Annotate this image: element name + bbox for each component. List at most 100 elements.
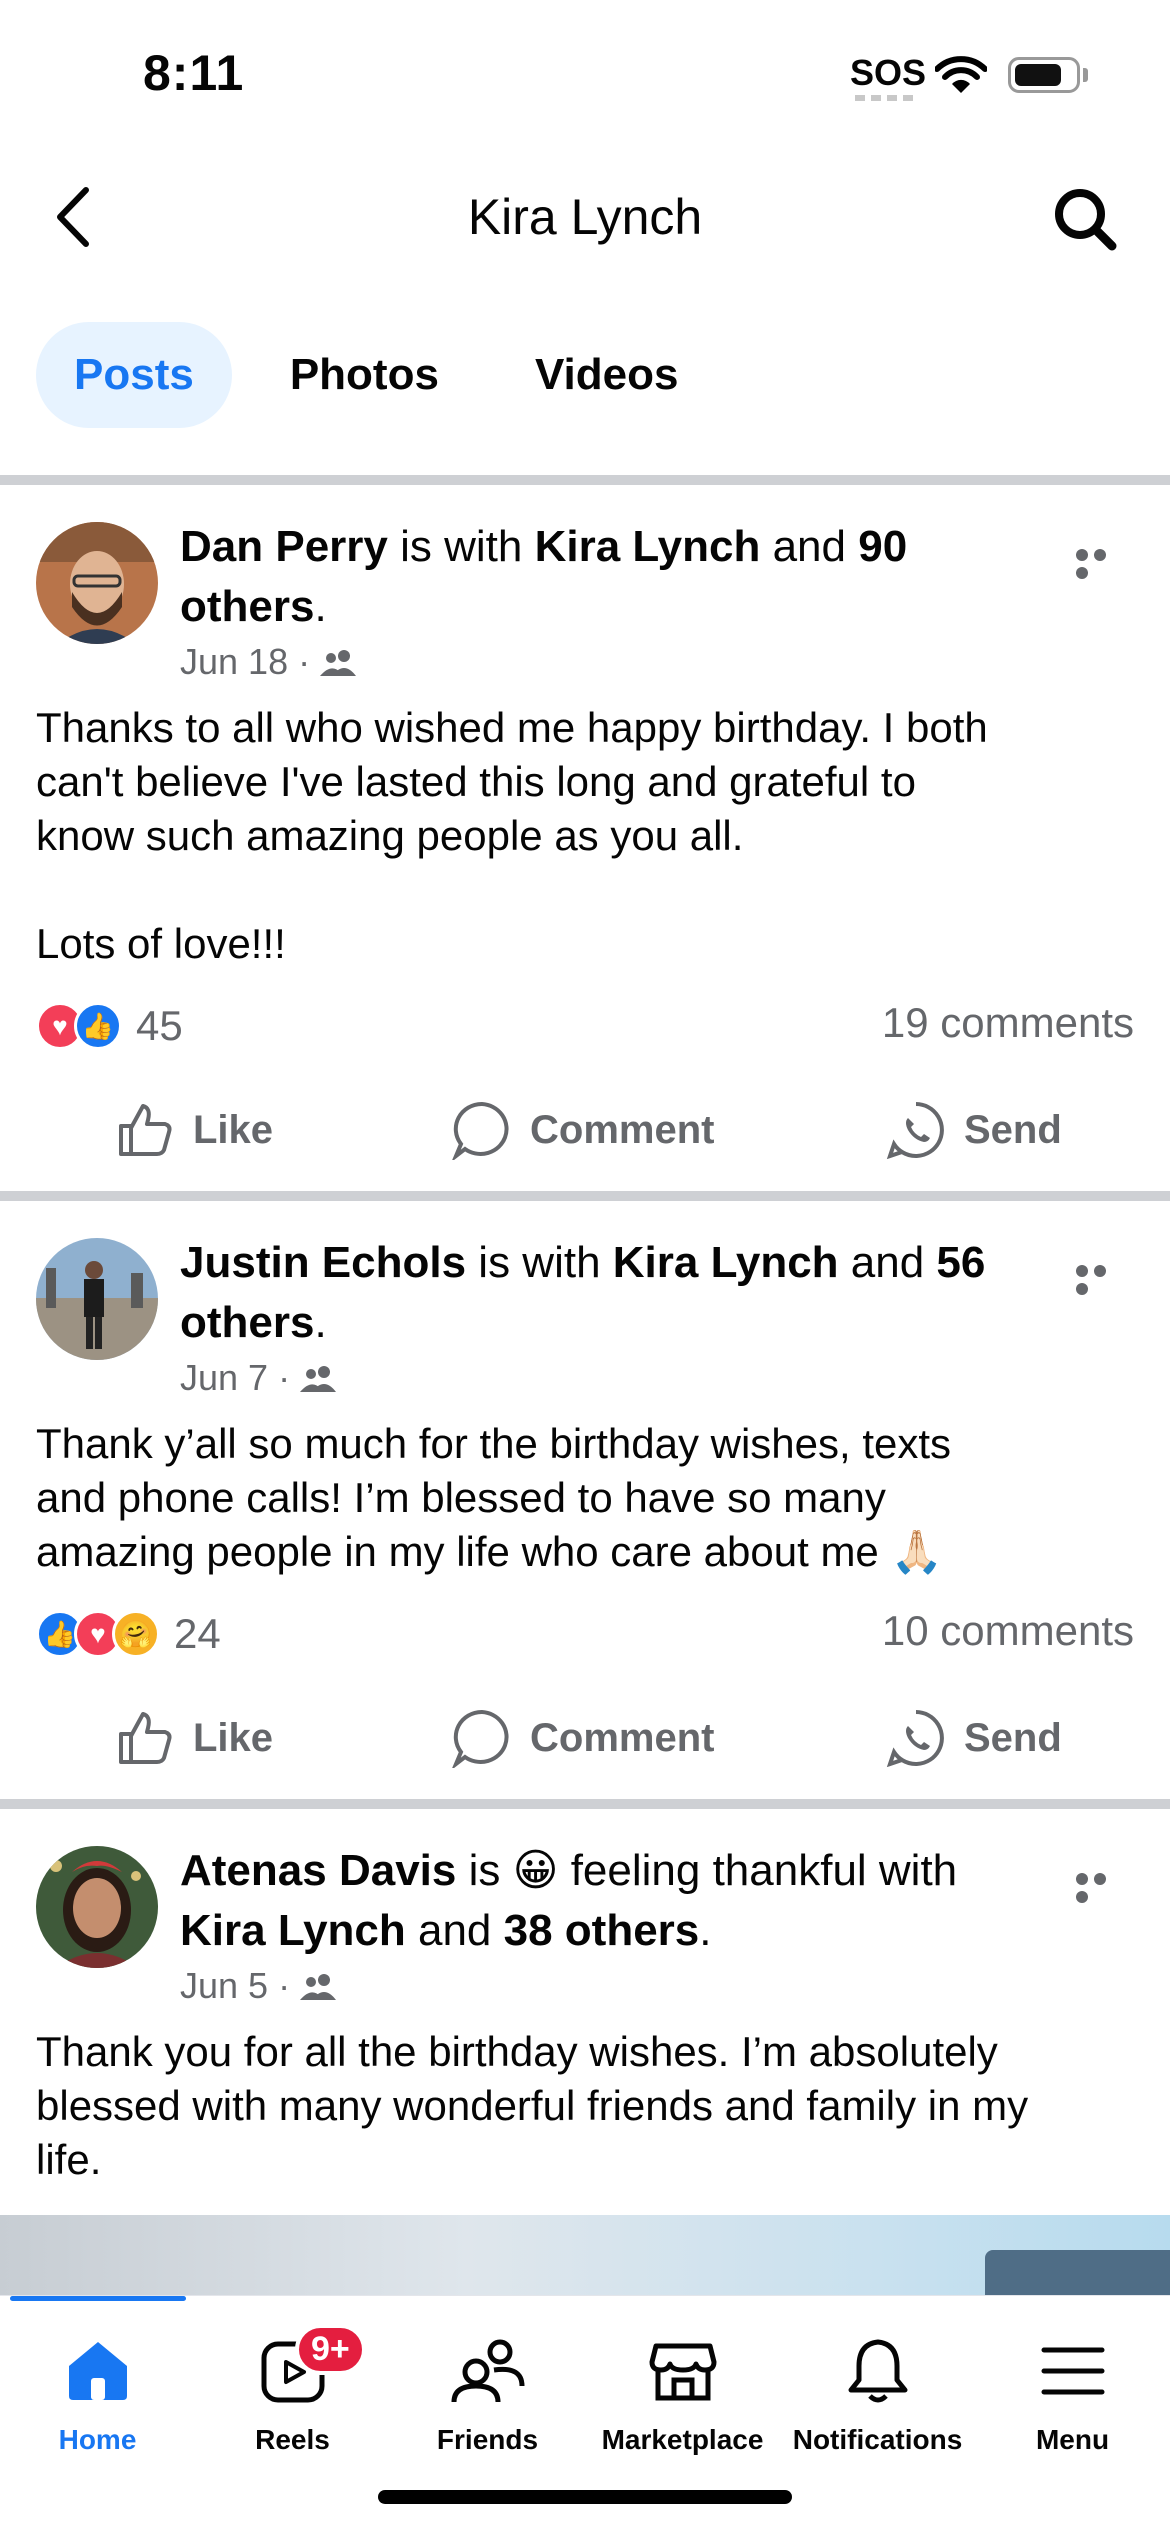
whatsapp-icon <box>886 1710 944 1768</box>
nav-menu[interactable]: Menu <box>975 2326 1170 2456</box>
separator: · <box>278 1965 291 2006</box>
reactions-summary[interactable]: 👍 ♥ 🤗 24 <box>36 1607 221 1661</box>
section-divider <box>0 475 1170 485</box>
page-header: Kira Lynch <box>0 160 1170 280</box>
like-button[interactable]: Like <box>115 1085 273 1175</box>
post-date[interactable]: Jun 18 <box>180 641 288 683</box>
more-options-icon[interactable] <box>1076 1264 1128 1295</box>
more-options-icon[interactable] <box>1076 548 1128 579</box>
battery-icon <box>1008 57 1080 93</box>
tab-posts[interactable]: Posts <box>36 322 232 428</box>
post-meta: Jun 18 · <box>180 641 358 683</box>
comment-label: Comment <box>530 1107 715 1152</box>
author-name[interactable]: Dan Perry <box>180 522 388 571</box>
post-line: life. <box>36 2136 102 2183</box>
profile-tabs: Posts Photos Videos <box>36 322 716 428</box>
tagged-name[interactable]: Kira Lynch <box>180 1906 406 1955</box>
end-text: . <box>314 1298 327 1347</box>
with-text: is with <box>387 522 535 571</box>
post-header-text: Justin Echols is with Kira Lynch and 56 … <box>180 1233 1060 1353</box>
nav-label: Notifications <box>792 2424 963 2455</box>
search-icon[interactable] <box>1050 184 1120 254</box>
post-actions: Like Comment Send <box>0 1693 1170 1783</box>
reactions-summary[interactable]: ♥ 👍 45 <box>36 999 183 1053</box>
avatar[interactable] <box>36 1846 158 1968</box>
send-label: Send <box>964 1715 1062 1760</box>
avatar[interactable] <box>36 522 158 644</box>
feeling-emoji-icon: 😀 <box>512 1846 559 1895</box>
separator: · <box>278 1357 291 1398</box>
comment-button[interactable]: Comment <box>452 1085 714 1175</box>
nav-label: Friends <box>436 2424 539 2455</box>
friends-audience-icon <box>300 1366 337 1392</box>
post-date[interactable]: Jun 7 <box>180 1357 268 1399</box>
nav-reels[interactable]: 9+ Reels <box>195 2324 390 2456</box>
whatsapp-icon <box>886 1102 944 1160</box>
post-line: Thank y’all so much for the birthday wis… <box>36 1420 952 1467</box>
separator: · <box>298 641 311 682</box>
nav-label: Home <box>58 2424 137 2455</box>
friends-audience-icon <box>320 650 357 676</box>
post-meta: Jun 7 · <box>180 1357 338 1399</box>
and-text: and <box>405 1906 504 1955</box>
post-card: Dan Perry is with Kira Lynch and 90 othe… <box>0 485 1170 1191</box>
with-text: is with <box>466 1238 613 1287</box>
nav-home[interactable]: Home <box>0 2326 195 2456</box>
status-time: 8:11 <box>143 45 245 101</box>
wifi-icon <box>935 56 987 93</box>
more-options-icon[interactable] <box>1076 1872 1128 1903</box>
nav-notifications[interactable]: Notifications <box>780 2326 975 2456</box>
and-text: and <box>760 522 859 571</box>
comment-button[interactable]: Comment <box>452 1693 714 1783</box>
feeling-text: feeling thankful with <box>558 1846 958 1895</box>
hamburger-icon <box>1041 2347 1104 2395</box>
comment-label: Comment <box>530 1715 715 1760</box>
post-line: Thank you for all the birthday wishes. I… <box>36 2028 998 2075</box>
feeling-prefix: is <box>456 1846 513 1895</box>
sos-indicator: SOS <box>850 52 927 93</box>
post-actions: Like Comment Send <box>0 1085 1170 1175</box>
home-icon <box>68 2342 127 2400</box>
comment-bubble-icon <box>452 1709 509 1768</box>
status-bar: 8:11 SOS <box>0 0 1170 150</box>
battery-cap <box>1083 68 1088 82</box>
nav-marketplace[interactable]: Marketplace <box>585 2326 780 2456</box>
post-line <box>36 863 1146 917</box>
post-date[interactable]: Jun 5 <box>180 1965 268 2007</box>
like-label: Like <box>193 1107 274 1152</box>
comments-count[interactable]: 10 comments <box>882 1607 1134 1655</box>
post-photo[interactable] <box>0 2215 1170 2295</box>
author-name[interactable]: Justin Echols <box>180 1238 466 1287</box>
notification-badge: 9+ <box>295 2324 366 2375</box>
home-indicator <box>378 2490 792 2504</box>
others-link[interactable]: 38 others <box>504 1906 700 1955</box>
photo-object <box>985 2250 1170 2295</box>
tagged-name[interactable]: Kira Lynch <box>535 522 761 571</box>
post-line: blessed with many wonderful friends and … <box>36 2082 1029 2129</box>
like-label: Like <box>193 1715 274 1760</box>
post-header-text: Atenas Davis is 😀 feeling thankful with K… <box>180 1841 1060 1961</box>
like-reaction-icon: 👍 <box>74 1002 122 1050</box>
avatar[interactable] <box>36 1238 158 1360</box>
nav-label: Menu <box>1035 2424 1110 2455</box>
friends-audience-icon <box>300 1974 337 2000</box>
post-meta: Jun 5 · <box>180 1965 338 2007</box>
post-line: amazing people in my life who care about… <box>36 1528 943 1575</box>
comments-count[interactable]: 19 comments <box>882 999 1134 1047</box>
battery-level <box>1015 64 1061 86</box>
author-name[interactable]: Atenas Davis <box>180 1846 456 1895</box>
post-line: Lots of love!!! <box>36 920 286 967</box>
page-title: Kira Lynch <box>467 189 703 245</box>
send-button[interactable]: Send <box>886 1085 1062 1175</box>
send-button[interactable]: Send <box>886 1693 1062 1783</box>
tagged-name[interactable]: Kira Lynch <box>613 1238 839 1287</box>
tab-videos[interactable]: Videos <box>497 322 716 428</box>
reaction-count: 45 <box>136 1002 183 1049</box>
active-tab-indicator <box>10 2296 186 2301</box>
and-text: and <box>838 1238 937 1287</box>
nav-friends[interactable]: Friends <box>390 2326 585 2456</box>
tab-photos[interactable]: Photos <box>252 322 477 428</box>
like-button[interactable]: Like <box>115 1693 273 1783</box>
post-header-text: Dan Perry is with Kira Lynch and 90 othe… <box>180 517 1060 637</box>
post-line: can't believe I've lasted this long and … <box>36 758 916 805</box>
